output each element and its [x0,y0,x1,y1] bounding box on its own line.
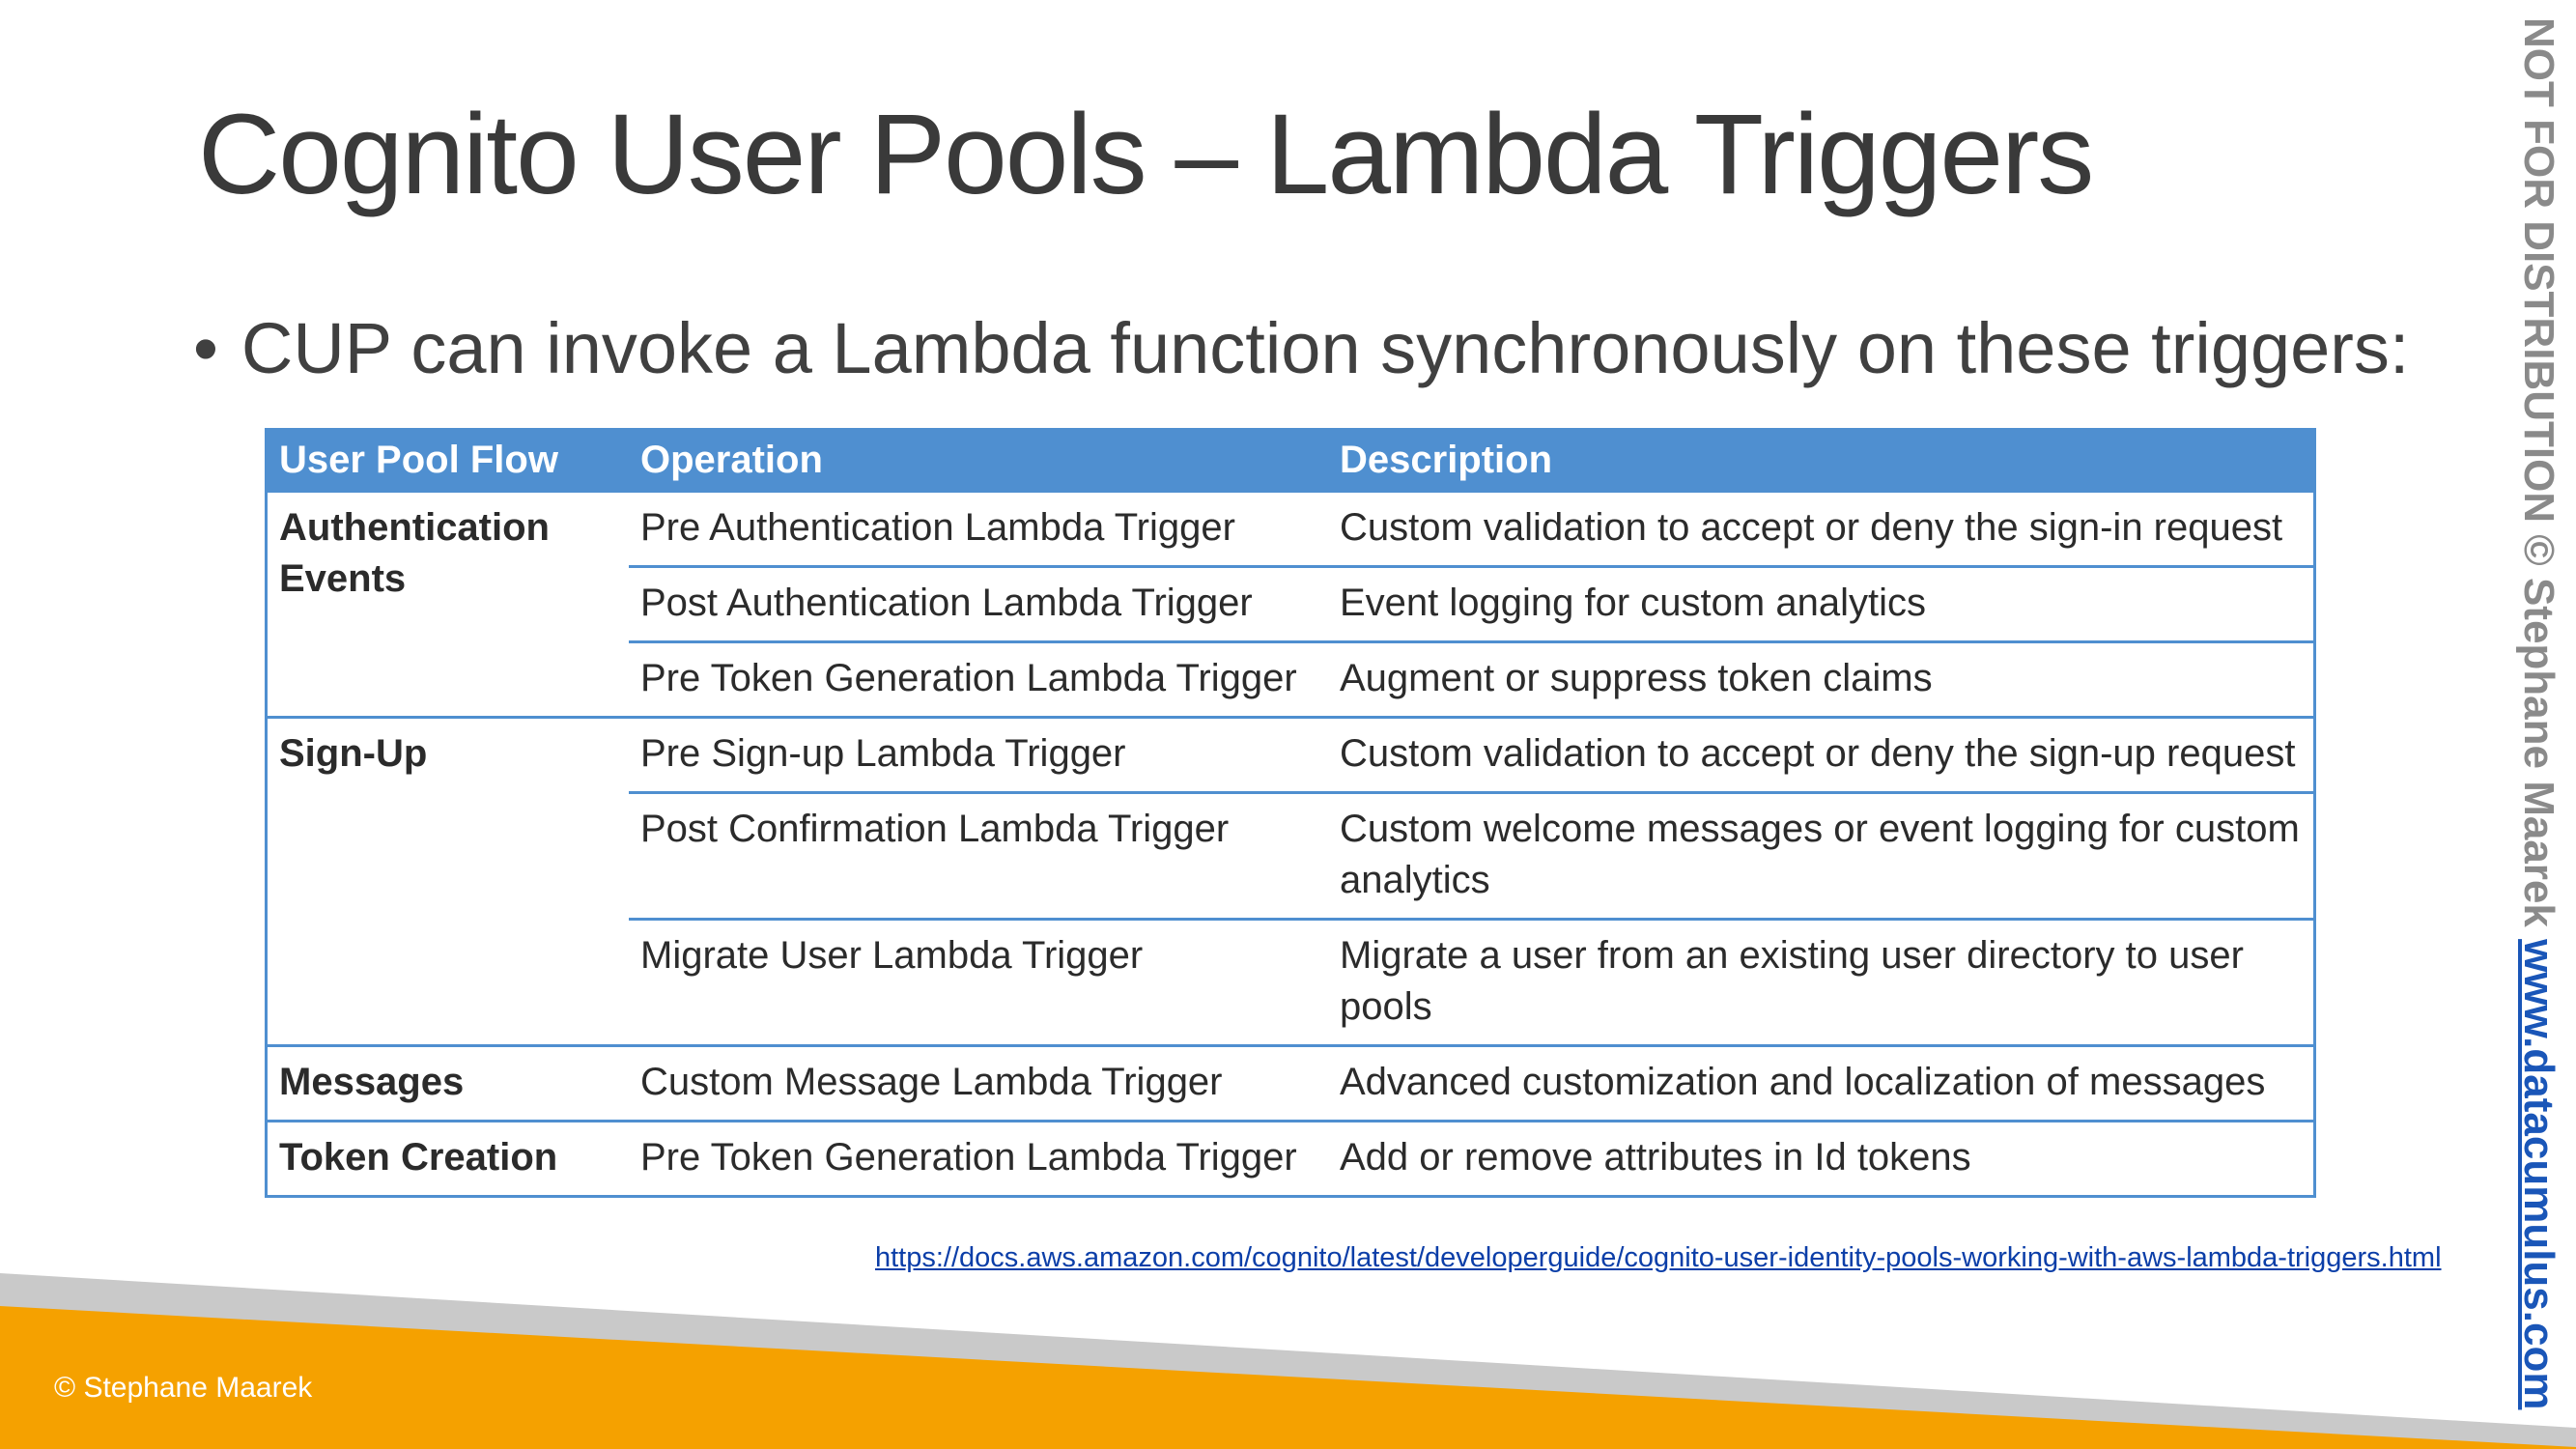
flow-cell: Messages [268,1044,629,1122]
table-row: Authentication Events Pre Authentication… [268,490,2313,718]
table-row: Messages Custom Message Lambda Trigger A… [268,1044,2313,1122]
description-cell: Augment or suppress token claims [1328,640,2313,718]
table-row: Token Creation Pre Token Generation Lamb… [268,1120,2313,1195]
footer-copyright: © Stephane Maarek [54,1372,313,1404]
description-cell: Advanced customization and localization … [1328,1044,2313,1122]
description-cell: Add or remove attributes in Id tokens [1328,1120,2313,1195]
header-user-pool-flow: User Pool Flow [268,431,629,492]
watermark: NOT FOR DISTRIBUTION © Stephane Maarek w… [2509,17,2567,1409]
table-header-row: User Pool Flow Operation Description [268,431,2313,492]
description-cell: Migrate a user from an existing user dir… [1328,918,2313,1046]
description-cell: Custom validation to accept or deny the … [1328,716,2313,793]
slide-title: Cognito User Pools – Lambda Triggers [198,91,2094,218]
triggers-table: User Pool Flow Operation Description Aut… [265,428,2316,1198]
description-cell: Custom welcome messages or event logging… [1328,791,2313,920]
table-row: Sign-Up Pre Sign-up Lambda Trigger Custo… [268,716,2313,1046]
flow-cell: Authentication Events [268,490,629,718]
operation-cell: Pre Authentication Lambda Trigger [629,490,1328,567]
operation-cell: Post Confirmation Lambda Trigger [629,791,1328,920]
bullet-point: • CUP can invoke a Lambda function synchr… [193,307,2410,389]
operation-cell: Pre Sign-up Lambda Trigger [629,716,1328,793]
operation-cell: Migrate User Lambda Trigger [629,918,1328,1046]
header-operation: Operation [629,431,1328,492]
description-cell: Event logging for custom analytics [1328,565,2313,642]
footer-band [0,1273,2576,1449]
bullet-text: CUP can invoke a Lambda function synchro… [241,308,2410,388]
header-description: Description [1328,431,2313,492]
flow-cell: Token Creation [268,1120,629,1195]
watermark-text: NOT FOR DISTRIBUTION © Stephane Maarek [2515,17,2562,940]
operation-cell: Pre Token Generation Lambda Trigger [629,1120,1328,1195]
description-cell: Custom validation to accept or deny the … [1328,490,2313,567]
operation-cell: Post Authentication Lambda Trigger [629,565,1328,642]
bullet-icon: • [193,308,218,388]
footer-orange-band [0,1306,2576,1449]
operation-cell: Pre Token Generation Lambda Trigger [629,640,1328,718]
operation-cell: Custom Message Lambda Trigger [629,1044,1328,1122]
flow-cell: Sign-Up [268,716,629,1046]
